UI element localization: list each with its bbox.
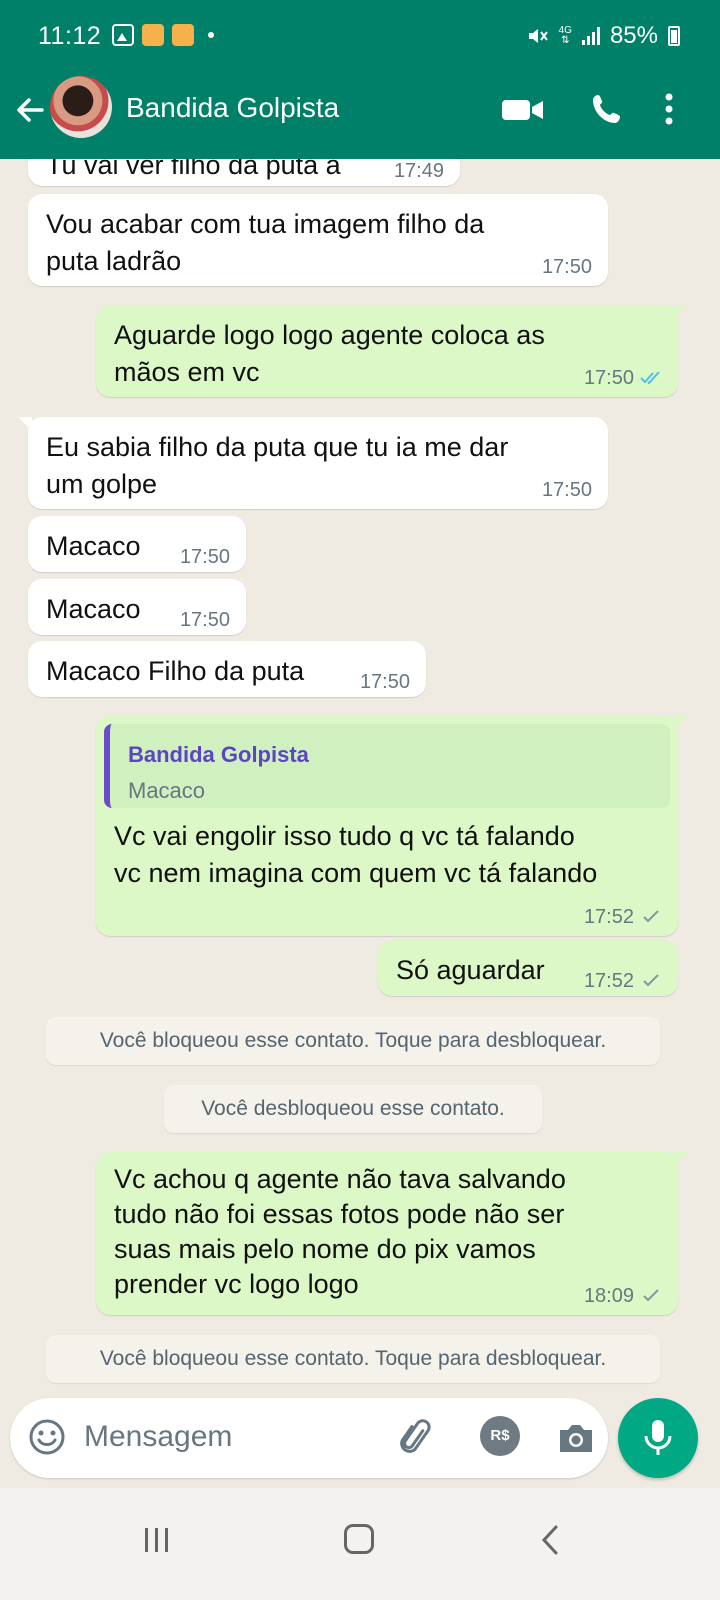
message-text: Aguarde logo logo agente coloca as mãos …: [114, 320, 545, 387]
message-text: Vc vai engolir isso tudo q vc tá falando…: [114, 821, 598, 888]
message-time: 17:50: [179, 609, 230, 631]
system-notice-blocked[interactable]: Você bloqueou esse contato. Toque para d…: [46, 1017, 660, 1065]
message-input[interactable]: Mensagem: [84, 1420, 232, 1454]
app-notification-icon: [142, 24, 164, 46]
message-time: 17:50: [359, 671, 410, 693]
sent-tick-icon: [643, 1289, 659, 1302]
message-incoming[interactable]: Tu vai ver filho da puta a 17:49: [28, 159, 460, 186]
gallery-notification-icon: [112, 24, 134, 46]
battery-icon: [668, 26, 680, 46]
message-time: 17:52: [584, 906, 662, 928]
message-time: 17:49: [393, 160, 444, 182]
app-notification-icon-2: [172, 24, 194, 46]
quoted-text: Macaco: [128, 778, 206, 803]
system-notice-blocked[interactable]: Você bloqueou esse contato. Toque para d…: [46, 1335, 660, 1383]
system-notice-unblocked: Você desbloqueou esse contato.: [164, 1085, 542, 1133]
read-receipt-icon: [640, 371, 660, 385]
status-right: 4G ⇅ 85%: [527, 22, 680, 50]
video-call-icon[interactable]: [502, 98, 544, 122]
message-text: Vc achou q agente não tava salvando tudo…: [114, 1164, 566, 1299]
message-outgoing-reply[interactable]: Bandida Golpista Macaco Vc vai engolir i…: [96, 716, 688, 936]
message-time: 17:52: [584, 970, 662, 992]
recent-apps-icon[interactable]: [142, 1526, 172, 1554]
message-incoming[interactable]: Macaco Filho da puta 17:50: [28, 641, 426, 697]
attach-icon[interactable]: [396, 1418, 436, 1458]
notification-icons: [112, 24, 214, 46]
message-composer[interactable]: Mensagem R$: [10, 1398, 608, 1478]
mic-icon: [644, 1420, 672, 1455]
message-time: 18:09: [584, 1285, 662, 1307]
quoted-message[interactable]: Bandida Golpista Macaco: [104, 724, 670, 808]
camera-icon[interactable]: [556, 1420, 596, 1456]
mute-icon: [528, 29, 548, 43]
quoted-sender: Bandida Golpista: [128, 742, 309, 767]
top-bar: 11:12 4G ⇅ 85% Bandida Golpista: [0, 0, 720, 159]
sent-tick-icon: [643, 974, 659, 987]
message-incoming[interactable]: Macaco 17:50: [28, 516, 246, 572]
message-time: 17:50: [541, 479, 592, 501]
status-time: 11:12: [38, 22, 102, 50]
voice-record-button[interactable]: [618, 1398, 698, 1478]
emoji-icon[interactable]: [28, 1418, 66, 1456]
message-outgoing[interactable]: Aguarde logo logo agente coloca as mãos …: [96, 305, 688, 397]
message-text: Vou acabar com tua imagem filho da puta …: [46, 209, 485, 276]
message-time: 17:50: [541, 256, 592, 278]
home-icon[interactable]: [344, 1524, 374, 1554]
message-incoming[interactable]: Eu sabia filho da puta que tu ia me dar …: [18, 417, 608, 509]
message-time: 17:50: [584, 367, 662, 389]
voice-call-icon[interactable]: [590, 92, 624, 126]
more-options-icon[interactable]: [664, 92, 674, 126]
message-outgoing[interactable]: Vc achou q agente não tava salvando tudo…: [96, 1152, 688, 1315]
status-bar: 11:12 4G ⇅ 85%: [0, 0, 720, 72]
message-incoming[interactable]: Macaco 17:50: [28, 579, 246, 635]
contact-avatar[interactable]: [50, 76, 112, 138]
battery-percent: 85%: [609, 22, 658, 49]
sent-tick-icon: [643, 910, 659, 923]
pix-icon[interactable]: R$: [480, 1416, 520, 1456]
contact-name[interactable]: Bandida Golpista: [126, 92, 339, 124]
nav-back-icon[interactable]: [540, 1524, 560, 1556]
back-arrow-icon[interactable]: [10, 90, 50, 130]
network-type: 4G ⇅: [558, 25, 572, 46]
message-incoming[interactable]: Vou acabar com tua imagem filho da puta …: [28, 194, 608, 286]
message-text: Macaco Filho da puta: [46, 656, 305, 686]
signal-icon: [581, 27, 600, 45]
chat-header: Bandida Golpista: [0, 72, 720, 159]
message-text: Tu vai ver filho da puta a: [46, 159, 341, 180]
message-outgoing[interactable]: Só aguardar 17:52: [378, 940, 678, 996]
chat-area[interactable]: Tu vai ver filho da puta a 17:49 Vou aca…: [0, 159, 720, 1421]
android-nav-bar: [0, 1488, 720, 1600]
message-text: Eu sabia filho da puta que tu ia me dar …: [46, 432, 509, 499]
message-time: 17:50: [179, 546, 230, 568]
more-notifications-dot-icon: [208, 32, 214, 38]
